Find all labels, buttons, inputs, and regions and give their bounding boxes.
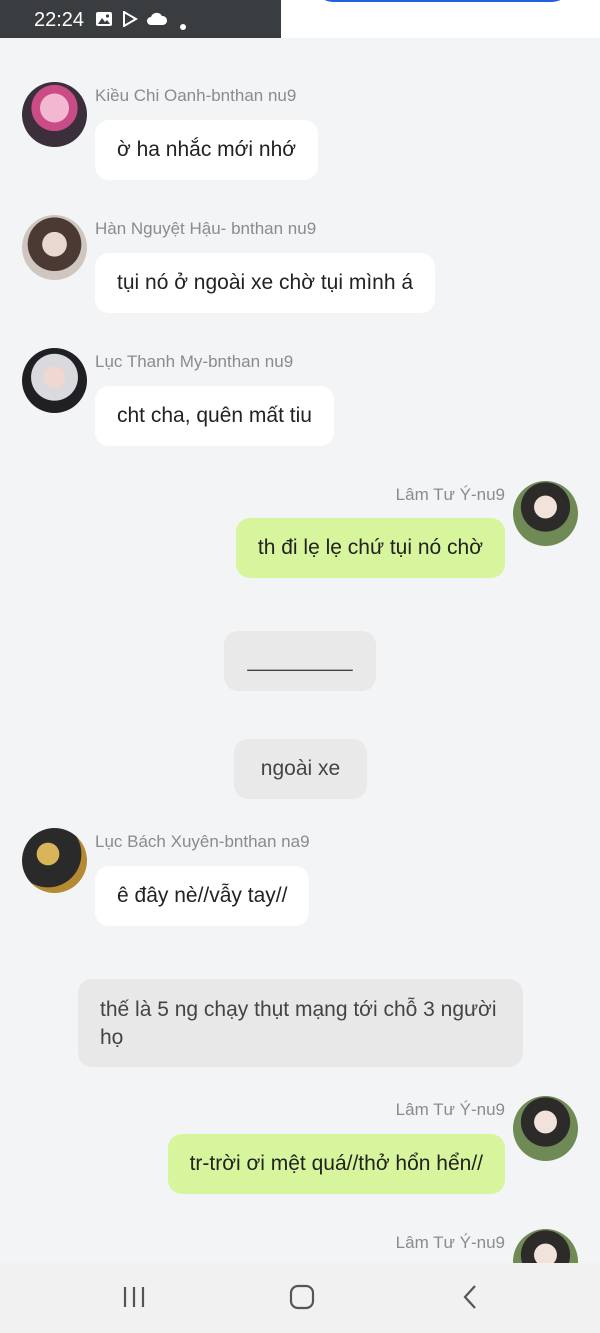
system-message: _________ xyxy=(224,631,376,691)
sender-name: Lâm Tư Ý-nu9 xyxy=(395,485,505,504)
avatar[interactable] xyxy=(513,481,578,546)
recent-apps-icon[interactable] xyxy=(120,1283,148,1316)
sender-name: Lâm Tư Ý-nu9 xyxy=(395,1100,505,1119)
back-icon[interactable] xyxy=(456,1283,484,1316)
avatar[interactable] xyxy=(22,215,87,280)
message-bubble[interactable]: ờ ha nhắc mới nhớ xyxy=(95,120,319,180)
cloud-icon xyxy=(146,11,168,32)
avatar[interactable] xyxy=(22,828,87,893)
status-bar: 22:24 xyxy=(0,0,600,38)
system-message: ngoài xe xyxy=(234,739,367,799)
narration-message: thế là 5 ng chạy thụt mạng tới chỗ 3 ngư… xyxy=(78,979,523,1067)
message-bubble[interactable]: tr-trời ơi mệt quá//thở hổn hển// xyxy=(167,1134,505,1194)
top-button-edge xyxy=(315,0,570,2)
message-bubble[interactable]: ê đây nè//vẫy tay// xyxy=(95,866,310,926)
avatar[interactable] xyxy=(22,82,87,147)
status-bar-right xyxy=(281,0,600,38)
avatar[interactable] xyxy=(513,1096,578,1161)
sender-name: Lục Bách Xuyên-bnthan na9 xyxy=(95,832,310,851)
message-bubble[interactable]: tụi nó ở ngoài xe chờ tụi mình á xyxy=(95,253,436,313)
home-icon[interactable] xyxy=(288,1283,316,1316)
sender-name: Kiều Chi Oanh-bnthan nu9 xyxy=(95,86,297,105)
status-time: 22:24 xyxy=(34,9,85,31)
dot-icon xyxy=(180,17,186,35)
image-icon xyxy=(95,11,113,32)
sender-name: Hàn Nguyệt Hậu- bnthan nu9 xyxy=(95,219,317,238)
message-bubble[interactable]: th đi lẹ lẹ chứ tụi nó chờ xyxy=(235,518,505,578)
navigation-bar xyxy=(0,1263,600,1333)
sender-name: Lục Thanh My-bnthan nu9 xyxy=(95,352,294,371)
sender-name: Lâm Tư Ý-nu9 xyxy=(395,1233,505,1252)
play-store-icon xyxy=(122,10,138,32)
message-bubble[interactable]: cht cha, quên mất tiu xyxy=(95,386,334,446)
avatar[interactable] xyxy=(22,348,87,413)
